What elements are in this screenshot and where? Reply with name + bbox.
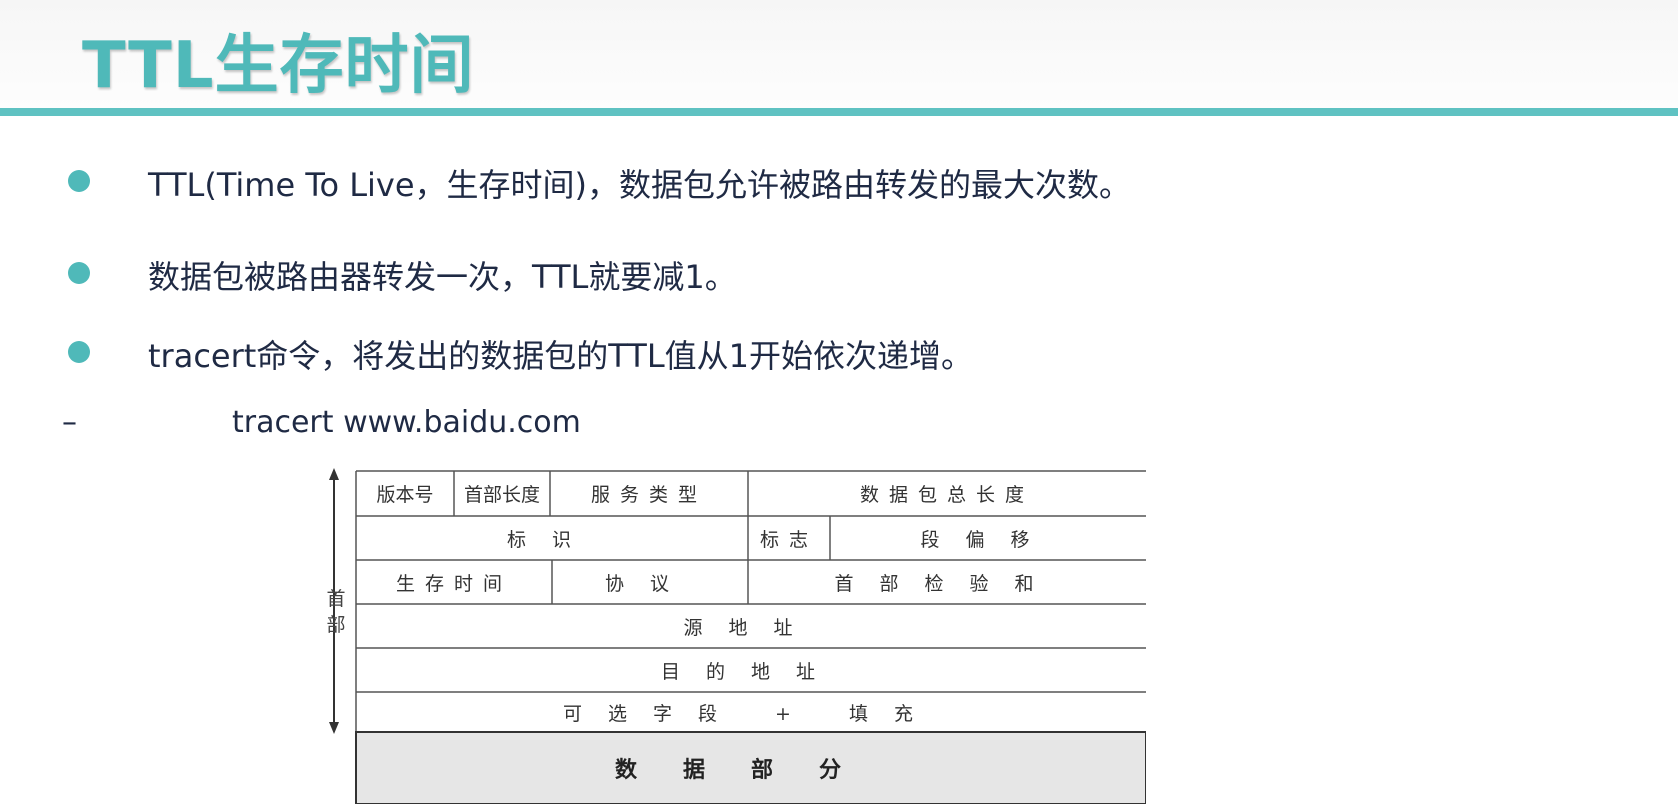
field-service-type: 服务类型 <box>590 484 707 506</box>
field-source-address: 源地址 <box>683 616 819 639</box>
title-divider <box>0 108 1678 116</box>
field-protocol: 协议 <box>604 572 695 595</box>
field-header-checksum: 首部检验和 <box>834 572 1060 595</box>
field-flags: 标志 <box>759 528 818 551</box>
bullet-dot-icon <box>68 262 90 284</box>
sub-bullet-text: tracert www.baidu.com <box>232 405 581 440</box>
field-data-part: 数据部分 <box>614 757 887 783</box>
field-header-length: 首部长度 <box>463 484 540 506</box>
field-total-length: 数据包总长度 <box>859 484 1034 506</box>
field-destination-address: 目的地址 <box>660 660 841 683</box>
field-options-padding: 可选字段 + 填充 <box>563 702 939 725</box>
bullet-text: TTL(Time To Live，生存时间)，数据包允许被路由转发的最大次数。 <box>148 166 1132 204</box>
field-identification: 标识 <box>506 528 597 551</box>
field-version: 版本号 <box>376 484 434 506</box>
ip-header-diagram: 首部 版本号 首部长度 服务类型 数据包总长度 标识 标志 段偏移 生存时间 协… <box>316 466 1146 804</box>
bullet-dot-icon <box>68 170 90 192</box>
field-ttl: 生存时间 <box>395 572 512 595</box>
bullet-text: 数据包被路由器转发一次，TTL就要减1。 <box>148 258 737 296</box>
header-side-label: 首部 <box>326 588 346 636</box>
bullet-text: tracert命令，将发出的数据包的TTL值从1开始依次递增。 <box>148 337 974 375</box>
slide-title: TTL生存时间 <box>82 29 475 103</box>
sub-bullet-marker: – <box>62 405 77 440</box>
bullet-dot-icon <box>68 341 90 363</box>
field-fragment-offset: 段偏移 <box>920 528 1056 551</box>
